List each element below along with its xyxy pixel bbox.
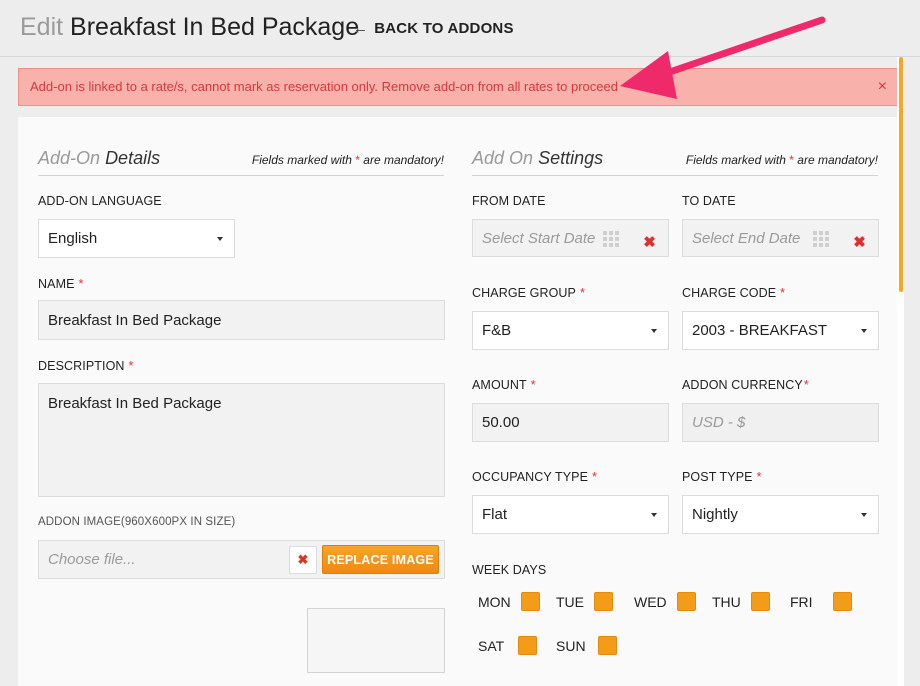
weekday-tue[interactable]: TUE (556, 592, 613, 611)
description-textarea[interactable]: Breakfast In Bed Package (38, 383, 445, 497)
week-days-label: WEEK DAYS (472, 563, 547, 577)
charge-group-select[interactable]: F&B (472, 311, 669, 350)
calendar-grid-icon[interactable] (813, 231, 831, 249)
language-select[interactable]: English (38, 219, 235, 258)
weekday-checkbox[interactable] (676, 592, 696, 611)
clear-to-date-button[interactable]: ✖ (841, 219, 879, 257)
addon-currency-field: USD - $ (682, 403, 879, 442)
weekday-sat[interactable]: SAT (478, 636, 538, 655)
language-label: ADD-ON LANGUAGE (38, 194, 162, 208)
occupancy-type-select[interactable]: Flat (472, 495, 669, 534)
from-date-label: FROM DATE (472, 194, 546, 208)
caret-down-icon (651, 328, 657, 333)
weekday-fri[interactable]: FRI (790, 592, 852, 611)
details-section-header: Add-On Details Fields marked with * are … (38, 148, 444, 176)
clear-from-date-button[interactable]: ✖ (631, 219, 669, 257)
page-title-name: Breakfast In Bed Package (70, 13, 360, 41)
amount-label: AMOUNT * (472, 378, 536, 392)
back-to-addons-label: BACK TO ADDONS (374, 20, 514, 37)
settings-section-header: Add On Settings Fields marked with * are… (472, 148, 878, 176)
page-title: Edit Breakfast In Bed Package (20, 13, 359, 42)
to-date-input[interactable]: Select End Date (682, 219, 841, 257)
addon-currency-label: ADDON CURRENCY* (682, 378, 809, 392)
name-label: NAME * (38, 277, 84, 291)
weekday-checkbox[interactable] (520, 592, 540, 611)
weekday-checkbox[interactable] (594, 592, 613, 611)
post-type-select[interactable]: Nightly (682, 495, 879, 534)
addon-image-label: ADDON IMAGE(960X600PX IN SIZE) (38, 516, 236, 528)
calendar-grid-icon[interactable] (603, 231, 621, 249)
caret-down-icon (217, 236, 223, 241)
post-type-label: POST TYPE * (682, 470, 762, 484)
to-date-label: TO DATE (682, 194, 736, 208)
caret-down-icon (861, 512, 867, 517)
left-arrow-icon: ← (353, 20, 369, 37)
charge-code-select[interactable]: 2003 - BREAKFAST (682, 311, 879, 350)
close-icon[interactable]: × (878, 69, 887, 105)
weekday-checkbox[interactable] (832, 592, 852, 611)
close-x-icon: ✖ (853, 234, 866, 251)
weekday-wed[interactable]: WED (634, 592, 696, 611)
details-section-title: Add-On Details (38, 148, 161, 168)
caret-down-icon (651, 512, 657, 517)
caret-down-icon (861, 328, 867, 333)
weekday-sun[interactable]: SUN (556, 636, 617, 655)
mandatory-note: Fields marked with * are mandatory! (251, 153, 444, 167)
clear-file-button[interactable]: ✖ (289, 546, 317, 574)
description-label: DESCRIPTION * (38, 359, 134, 373)
weekday-checkbox[interactable] (597, 636, 617, 655)
page-title-prefix: Edit (20, 13, 64, 41)
replace-image-button[interactable]: REPLACE IMAGE (322, 545, 439, 574)
occupancy-type-label: OCCUPANCY TYPE * (472, 470, 597, 484)
amount-input[interactable]: 50.00 (472, 403, 669, 442)
error-alert-message: Add-on is linked to a rate/s, cannot mar… (30, 79, 618, 94)
error-alert: Add-on is linked to a rate/s, cannot mar… (18, 68, 898, 106)
charge-code-label: CHARGE CODE * (682, 286, 786, 300)
addon-image-preview (307, 608, 445, 673)
back-to-addons-link[interactable]: ← BACK TO ADDONS (353, 20, 514, 37)
close-x-icon: ✖ (643, 234, 656, 251)
mandatory-note: Fields marked with * are mandatory! (685, 153, 878, 167)
scrollbar-thumb[interactable] (899, 57, 903, 292)
weekday-checkbox[interactable] (518, 636, 538, 655)
page-header: Edit Breakfast In Bed Package ← BACK TO A… (0, 0, 920, 57)
weekday-mon[interactable]: MON (478, 592, 540, 611)
name-input[interactable]: Breakfast In Bed Package (38, 300, 445, 340)
weekday-checkbox[interactable] (750, 592, 770, 611)
weekday-thu[interactable]: THU (712, 592, 770, 611)
settings-section-title: Add On Settings (472, 148, 604, 168)
close-x-icon: ✖ (297, 552, 309, 567)
from-date-input[interactable]: Select Start Date (472, 219, 631, 257)
charge-group-label: CHARGE GROUP * (472, 286, 585, 300)
